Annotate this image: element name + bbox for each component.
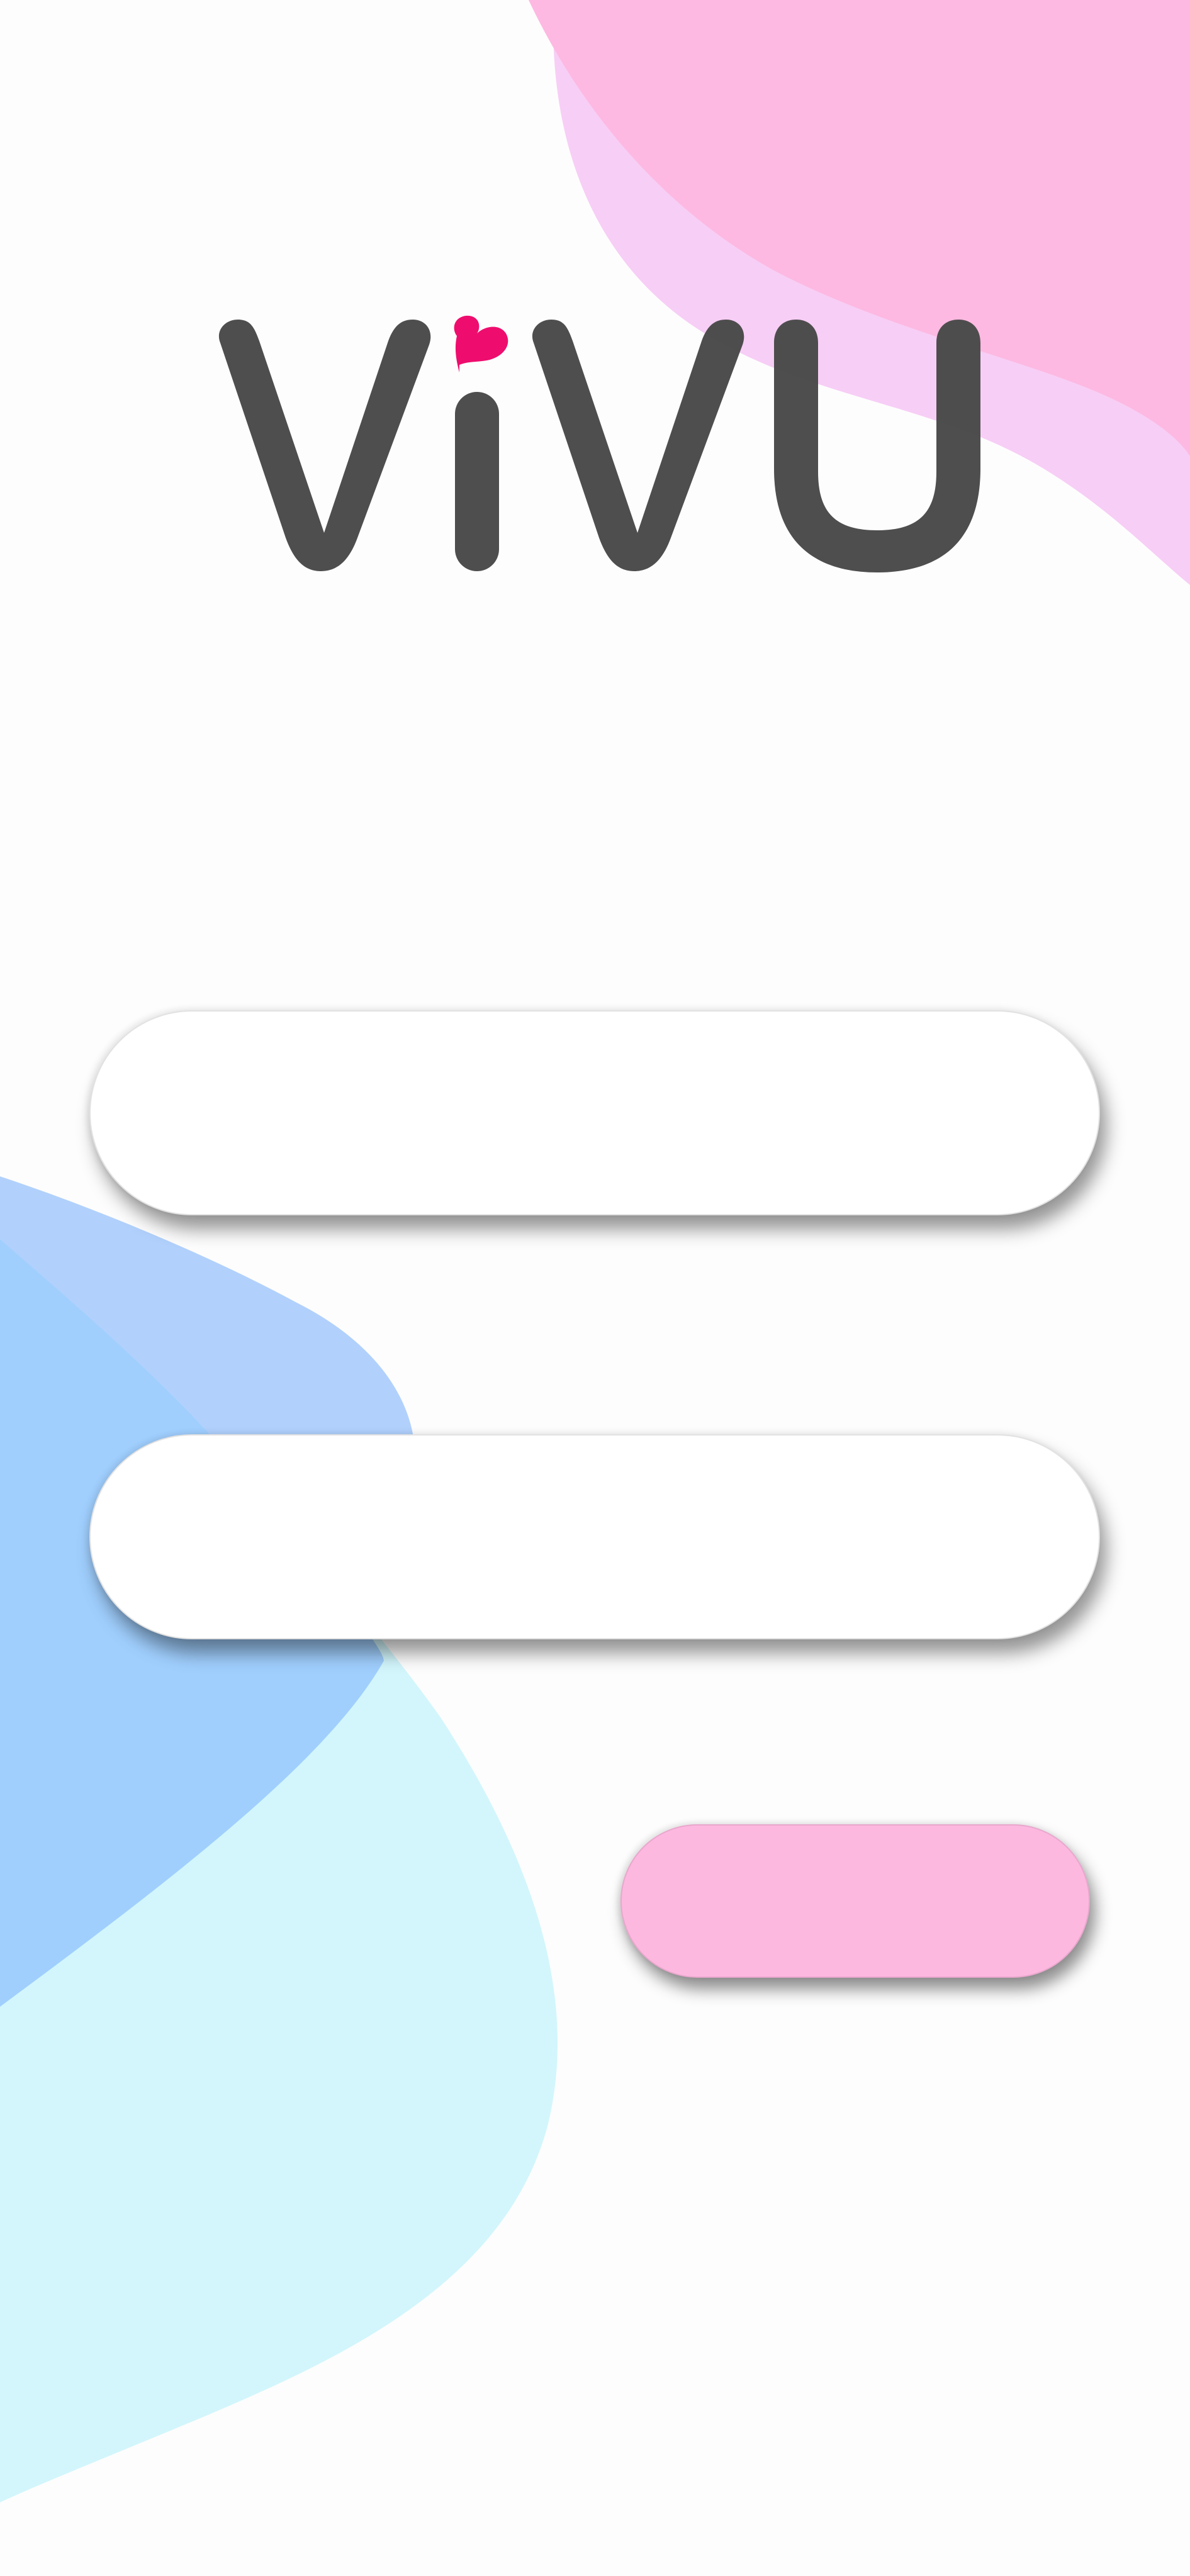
logo-letters <box>218 320 980 572</box>
app-logo <box>218 315 980 572</box>
logo-letter-u <box>774 320 980 572</box>
username-input[interactable] <box>166 1086 1023 1139</box>
logo-letter-v2 <box>532 320 744 571</box>
password-input[interactable] <box>166 1510 1023 1563</box>
heart-icon <box>454 315 508 372</box>
logo-letter-v1 <box>218 320 431 571</box>
login-button[interactable] <box>620 1824 1090 1978</box>
login-screen <box>0 0 1190 2576</box>
username-field[interactable] <box>89 1010 1100 1215</box>
logo-letter-i-stem <box>455 392 499 571</box>
password-field[interactable] <box>89 1434 1100 1639</box>
